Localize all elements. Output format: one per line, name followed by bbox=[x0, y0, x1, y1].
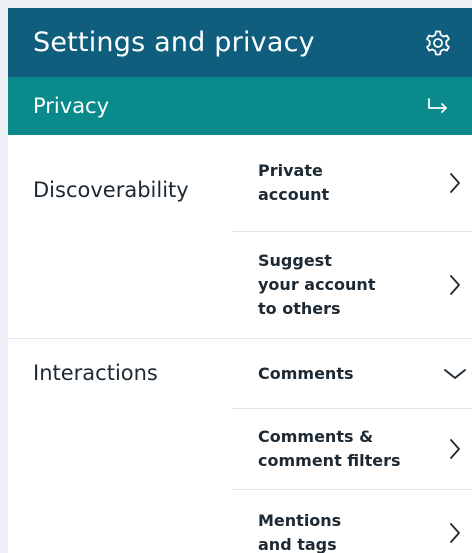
chevron-right-icon bbox=[444, 438, 466, 460]
section-items: Private account Suggest your account to … bbox=[232, 135, 472, 338]
menu-item-comments[interactable]: Comments bbox=[232, 339, 472, 409]
chevron-right-icon bbox=[444, 274, 466, 296]
section-discoverability: Discoverability Private account Suggest … bbox=[8, 135, 472, 339]
menu-item-label: Comments & comment filters bbox=[258, 427, 401, 470]
chevron-right-icon bbox=[444, 522, 466, 544]
menu-item-label: Comments bbox=[258, 363, 354, 383]
settings-button[interactable] bbox=[418, 23, 458, 63]
header-bar: Settings and privacy bbox=[8, 8, 472, 77]
gear-icon bbox=[426, 30, 450, 55]
menu-item-suggest-account[interactable]: Suggest your account to others bbox=[232, 232, 472, 338]
menu-item-label: Suggest your account to others bbox=[258, 251, 376, 318]
section-label-interactions: Interactions bbox=[33, 361, 158, 385]
page-title: Settings and privacy bbox=[33, 27, 315, 58]
section-interactions: Interactions Comments Comments & comment… bbox=[8, 339, 472, 553]
chevron-right-icon bbox=[444, 172, 466, 194]
menu-item-label: Mentions and tags bbox=[258, 511, 342, 553]
return-arrow-icon bbox=[428, 98, 447, 113]
section-label-discoverability: Discoverability bbox=[33, 178, 189, 202]
menu-item-mentions-tags[interactable]: Mentions and tags bbox=[232, 490, 472, 553]
back-button[interactable] bbox=[418, 86, 458, 126]
section-items: Comments Comments & comment filters Ment… bbox=[232, 339, 472, 553]
section-header-bar: Privacy bbox=[8, 77, 472, 135]
section-title: Privacy bbox=[33, 94, 110, 118]
chevron-down-icon bbox=[444, 363, 466, 385]
settings-panel: Settings and privacy Privacy Discoverabi… bbox=[8, 8, 472, 553]
menu-item-label: Private account bbox=[258, 161, 330, 204]
menu-item-comment-filters[interactable]: Comments & comment filters bbox=[232, 409, 472, 490]
menu-item-private-account[interactable]: Private account bbox=[232, 135, 472, 232]
